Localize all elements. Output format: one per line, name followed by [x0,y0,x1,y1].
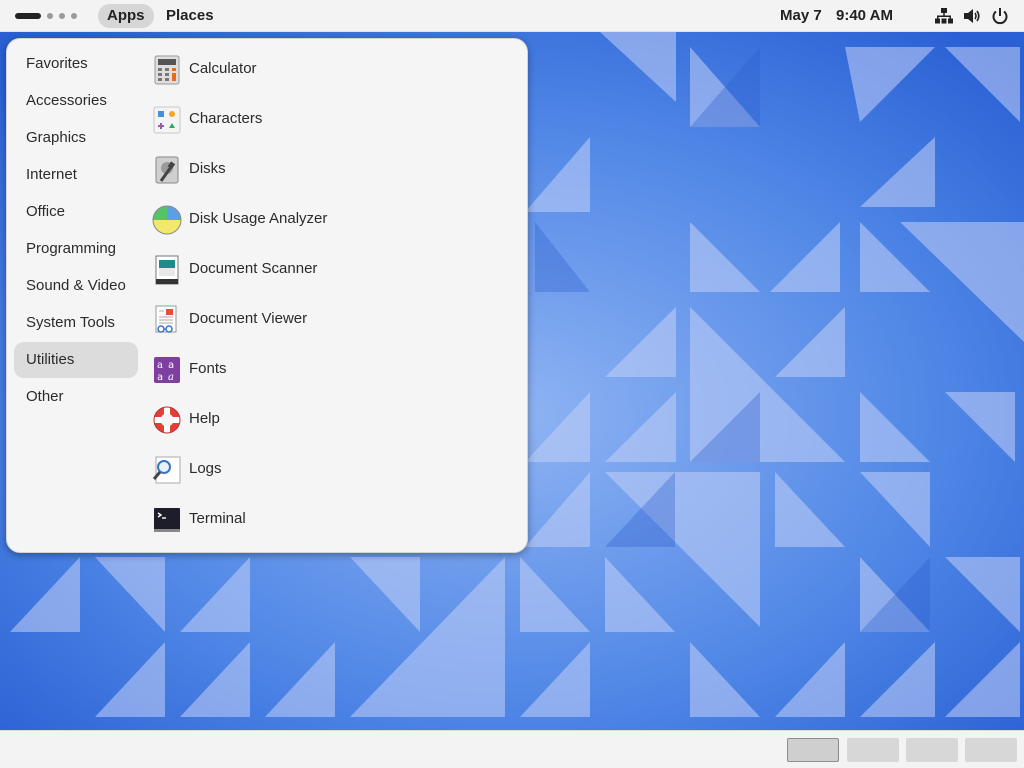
app-disks[interactable]: Disks [149,150,509,190]
characters-icon [153,106,181,134]
apps-menu-button[interactable]: Apps [98,4,154,28]
app-label: Fonts [189,360,227,377]
category-sound-video[interactable]: Sound & Video [14,268,138,304]
app-fonts[interactable]: a a a a Fonts [149,350,509,390]
bottom-bar [0,730,1024,768]
category-programming[interactable]: Programming [14,231,138,267]
app-label: Disk Usage Analyzer [189,210,328,227]
svg-text:a: a [168,360,174,371]
workspace-thumbnail-1[interactable] [787,738,839,762]
app-terminal[interactable]: Terminal [149,500,509,540]
app-label: Logs [189,460,222,477]
svg-text:a: a [157,372,163,383]
top-bar: Apps Places May 7 9:40 AM [0,0,1024,32]
workspace-thumbnail-3[interactable] [906,738,958,762]
category-office[interactable]: Office [14,194,138,230]
document-scanner-icon [155,255,179,285]
category-favorites[interactable]: Favorites [14,46,138,82]
app-document-viewer[interactable]: Document Viewer [149,300,509,340]
category-internet[interactable]: Internet [14,157,138,193]
category-system-tools[interactable]: System Tools [14,305,138,341]
app-calculator[interactable]: Calculator [149,50,509,90]
clock-time[interactable]: 9:40 AM [836,7,893,24]
app-help[interactable]: Help [149,400,509,440]
volume-icon[interactable] [963,7,981,25]
workspace-dot[interactable] [47,13,53,19]
svg-text:a: a [157,360,163,371]
category-other[interactable]: Other [14,379,138,415]
power-icon[interactable] [991,7,1009,25]
calculator-icon [154,55,180,85]
terminal-icon [154,508,180,532]
applications-menu: Favorites Accessories Graphics Internet Offi… [6,38,528,553]
app-label: Characters [189,110,263,127]
help-icon [153,406,181,434]
app-label: Document Scanner [189,260,318,277]
places-menu-button[interactable]: Places [157,4,223,28]
workspace-thumbnail-4[interactable] [965,738,1017,762]
network-icon[interactable] [935,7,953,25]
workspace-indicator[interactable] [15,12,77,20]
category-accessories[interactable]: Accessories [14,83,138,119]
app-label: Disks [189,160,226,177]
disks-icon [155,156,179,184]
app-label: Help [189,410,220,427]
app-label: Document Viewer [189,310,308,327]
app-label: Calculator [189,60,257,77]
app-characters[interactable]: Characters [149,100,509,140]
workspace-dot[interactable] [71,13,77,19]
workspace-dot[interactable] [59,13,65,19]
app-logs[interactable]: Logs [149,450,509,490]
app-label: Terminal [189,510,246,527]
svg-text:a: a [168,372,174,383]
category-graphics[interactable]: Graphics [14,120,138,156]
clock-date[interactable]: May 7 [780,7,822,24]
app-disk-usage-analyzer[interactable]: Disk Usage Analyzer [149,200,509,240]
logs-icon [152,456,181,484]
workspace-dot-active[interactable] [15,13,41,19]
app-document-scanner[interactable]: Document Scanner [149,250,509,290]
document-viewer-icon [155,305,177,333]
category-utilities[interactable]: Utilities [14,342,138,378]
workspace-thumbnail-2[interactable] [847,738,899,762]
fonts-icon: a aa a [154,357,180,383]
disk-usage-analyzer-icon [152,205,182,235]
